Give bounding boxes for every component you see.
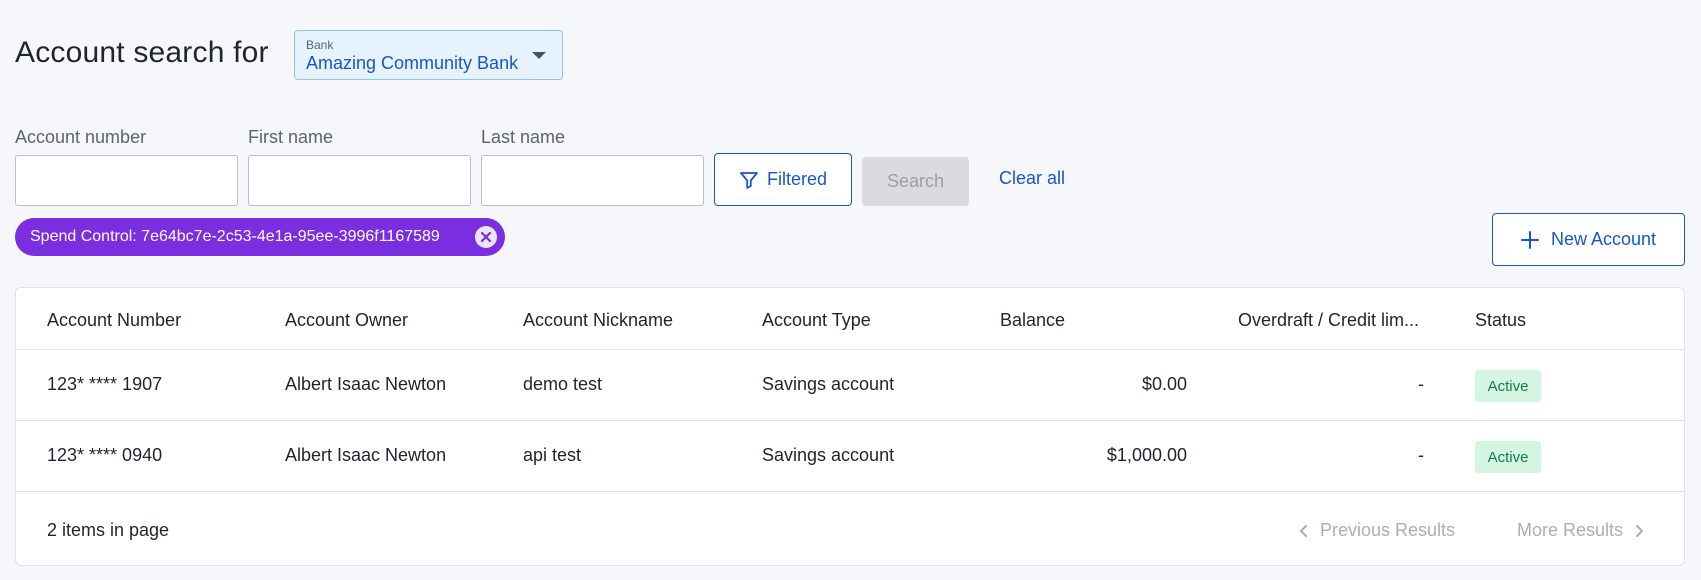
chevron-right-icon (1636, 524, 1644, 537)
column-header-balance[interactable]: Balance (1000, 310, 1200, 331)
filter-chip-label: Spend Control: 7e64bc7e-2c53-4e1a-95ee-3… (30, 228, 440, 245)
filtered-button[interactable]: Filtered (714, 153, 852, 206)
account-number-label: Account number (15, 127, 147, 147)
account-type-cell: Savings account (762, 374, 895, 394)
remove-filter-button[interactable] (475, 226, 497, 248)
page-title: Account search for (15, 36, 269, 69)
account-search-page: Account search for Bank Amazing Communit… (0, 0, 1701, 580)
account-nickname-cell: demo test (523, 374, 603, 394)
balance-cell: $1,000.00 (1106, 445, 1187, 465)
column-header-overdraft-credit-limit[interactable]: Overdraft / Credit lim... (1238, 310, 1433, 331)
first-name-input[interactable] (248, 155, 471, 206)
account-type-cell: Savings account (762, 445, 895, 465)
table-row[interactable]: 123* **** 1907 Albert Isaac Newton demo … (16, 350, 1684, 421)
previous-results-button[interactable]: Previous Results (1298, 520, 1455, 541)
more-results-label: More Results (1517, 520, 1624, 540)
first-name-label: First name (248, 127, 334, 147)
status-badge: Active (1475, 441, 1541, 473)
account-nickname-cell: api test (523, 445, 582, 465)
account-number-input[interactable] (15, 155, 238, 206)
account-owner-cell: Albert Isaac Newton (285, 374, 447, 394)
column-header-status[interactable]: Status (1475, 310, 1625, 331)
filtered-button-label: Filtered (766, 169, 828, 189)
overdraft-cell: - (1418, 374, 1424, 394)
column-header-account-nickname[interactable]: Account Nickname (523, 310, 723, 331)
clear-all-link[interactable]: Clear all (999, 168, 1065, 189)
balance-cell: $0.00 (1141, 374, 1187, 394)
spend-control-filter-chip: Spend Control: 7e64bc7e-2c53-4e1a-95ee-3… (15, 218, 505, 256)
bank-select[interactable]: Bank Amazing Community Bank (294, 30, 563, 80)
status-badge: Active (1475, 370, 1541, 402)
filter-icon (740, 171, 758, 189)
table-row[interactable]: 123* **** 0940 Albert Isaac Newton api t… (16, 421, 1684, 492)
chevron-left-icon (1300, 524, 1307, 537)
bank-select-caption: Bank (306, 38, 334, 52)
last-name-input[interactable] (481, 155, 704, 206)
account-number-cell: 123* **** 0940 (47, 445, 163, 465)
table-header: Account Number Account Owner Account Nic… (16, 288, 1684, 350)
account-number-cell: 123* **** 1907 (47, 374, 163, 394)
previous-results-label: Previous Results (1320, 520, 1456, 540)
items-count: 2 items in page (47, 520, 170, 540)
chevron-down-icon (532, 52, 546, 59)
search-button-label: Search (886, 171, 945, 191)
search-button[interactable]: Search (862, 157, 969, 206)
column-header-account-type[interactable]: Account Type (762, 310, 962, 331)
overdraft-cell: - (1418, 445, 1424, 465)
close-icon (480, 231, 492, 243)
new-account-button[interactable]: New Account (1492, 213, 1685, 266)
column-header-account-number[interactable]: Account Number (47, 310, 247, 331)
new-account-label: New Account (1550, 229, 1657, 249)
more-results-button[interactable]: More Results (1517, 520, 1645, 541)
last-name-label: Last name (481, 127, 566, 147)
plus-icon (1520, 230, 1539, 249)
account-owner-cell: Albert Isaac Newton (285, 445, 447, 465)
column-header-account-owner[interactable]: Account Owner (285, 310, 485, 331)
accounts-table: Account Number Account Owner Account Nic… (15, 287, 1685, 566)
bank-select-value: Amazing Community Bank (306, 53, 519, 73)
